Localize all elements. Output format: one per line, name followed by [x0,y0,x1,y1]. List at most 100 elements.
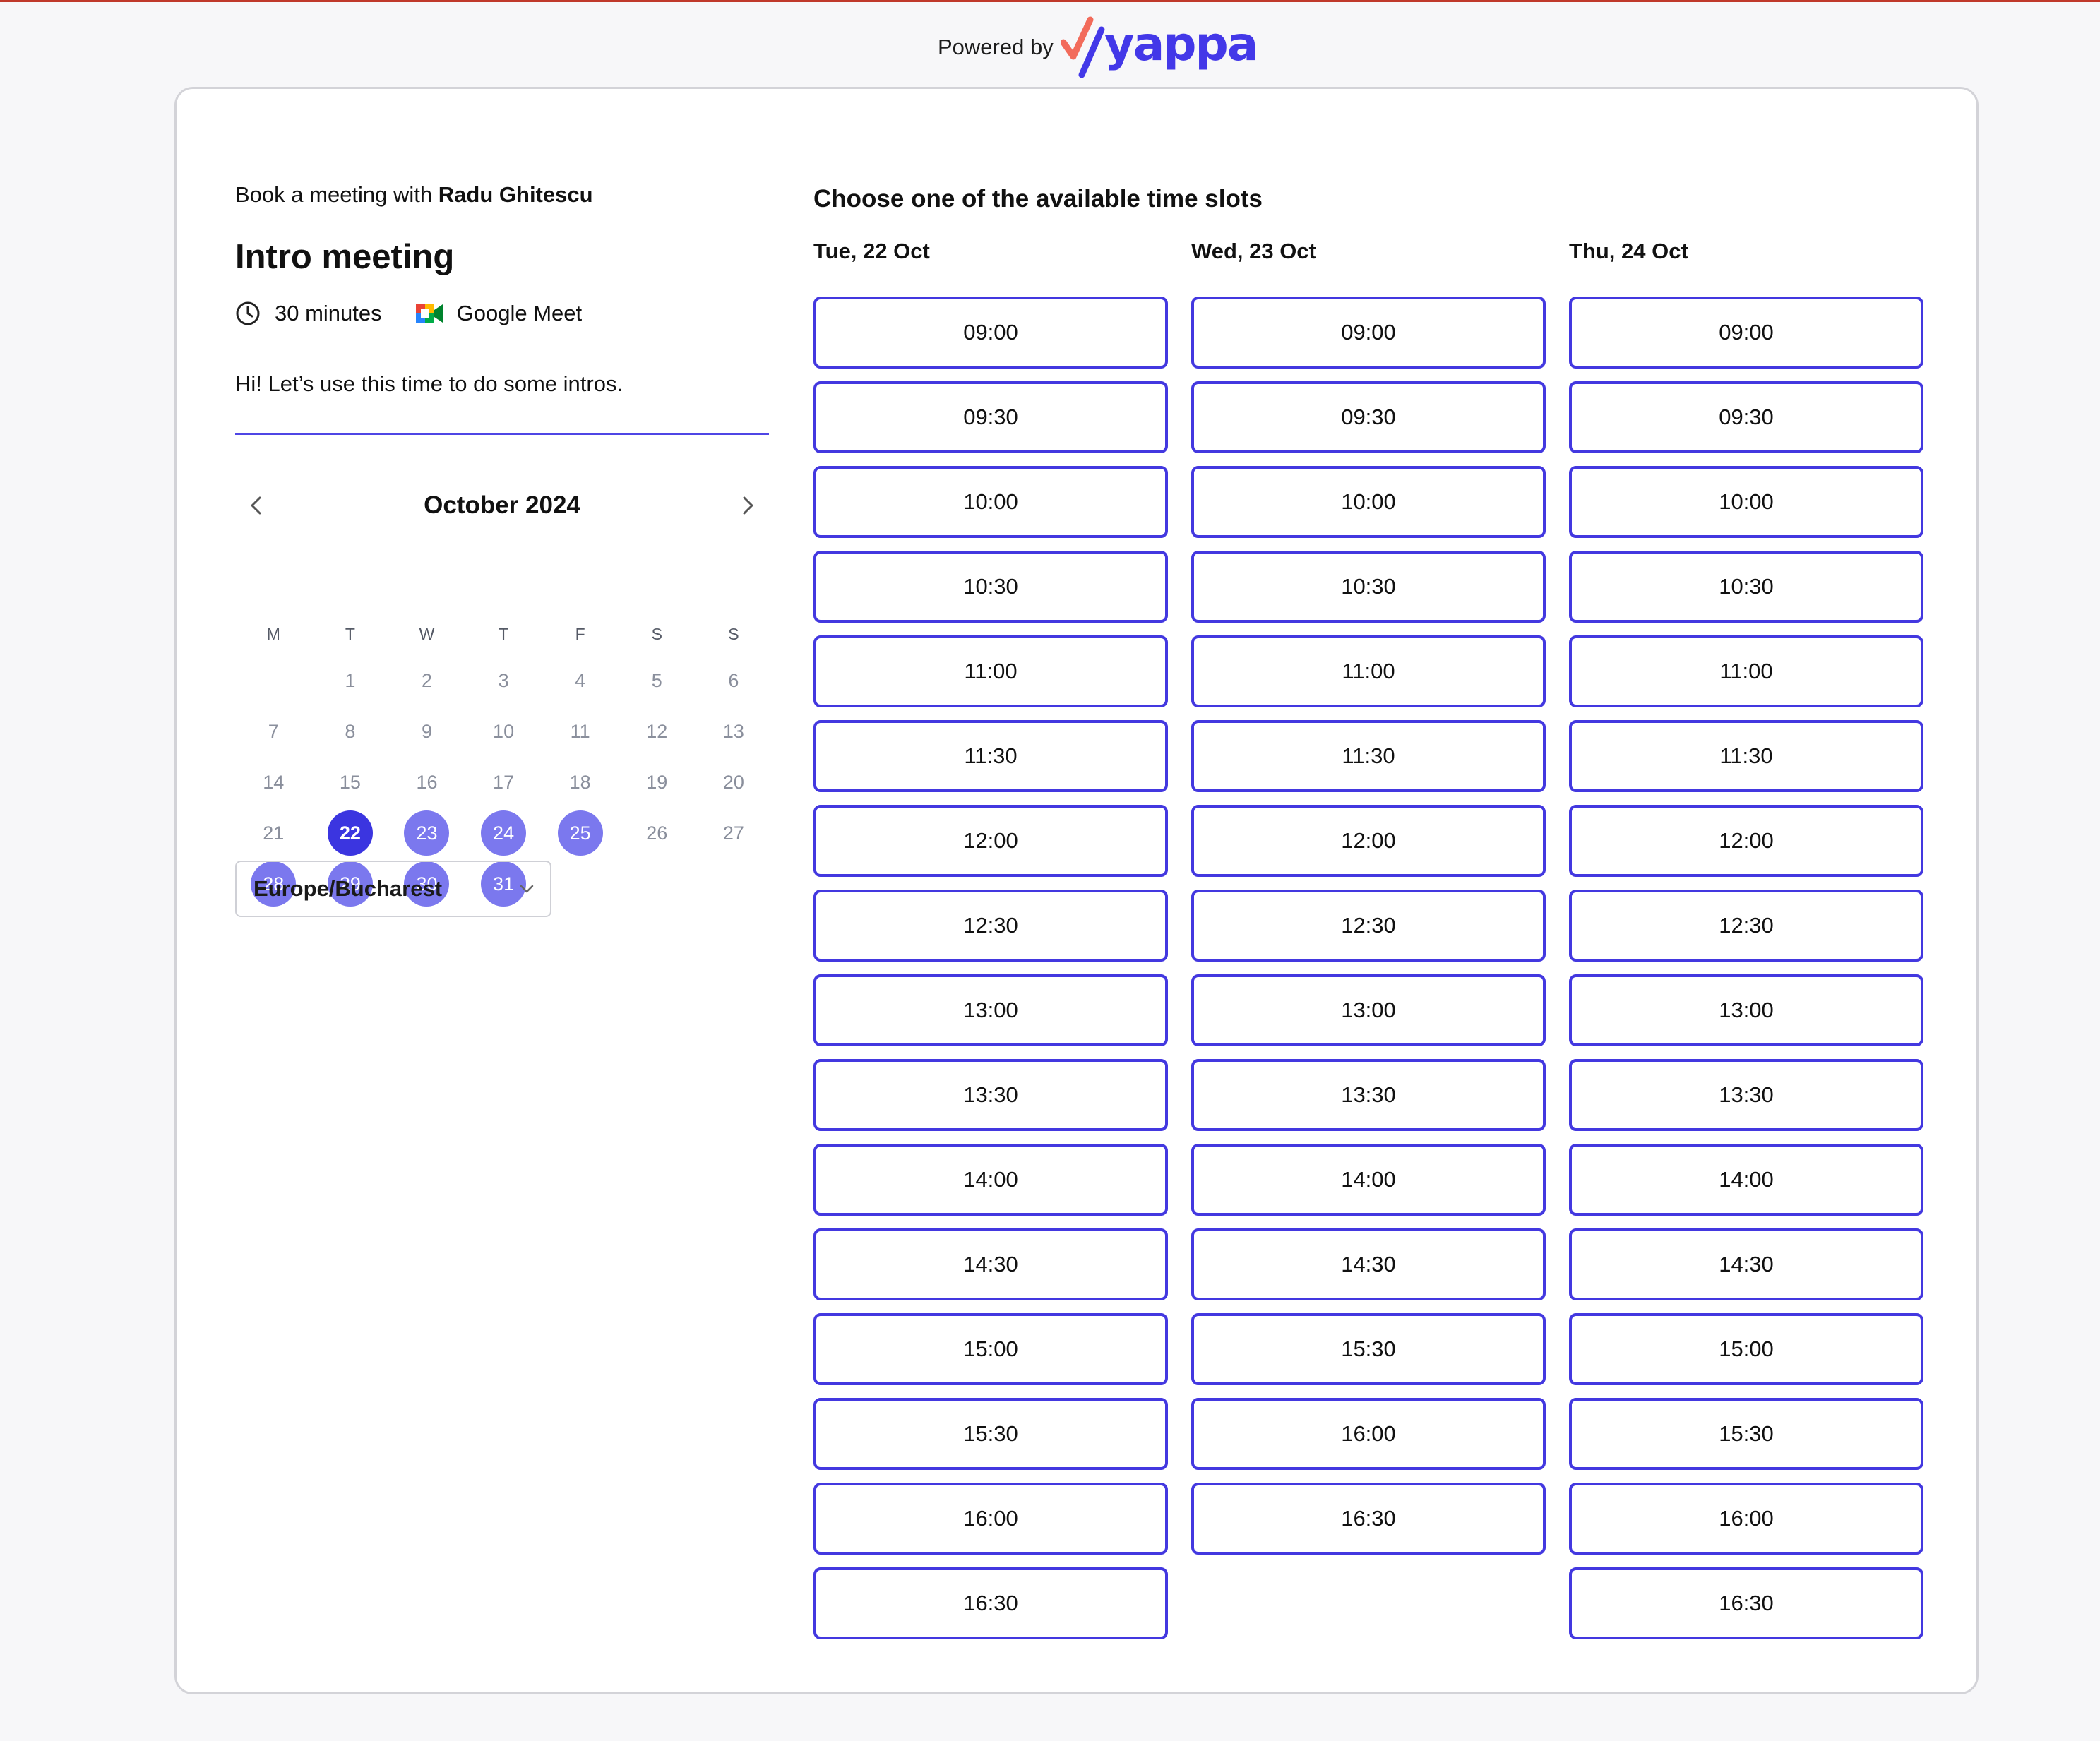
time-slot-button[interactable]: 09:30 [1569,381,1923,453]
calendar-day: 11 [542,706,619,757]
event-title: Intro meeting [235,238,455,276]
calendar-day: 14 [235,757,312,808]
time-slot-button[interactable]: 12:30 [813,890,1168,962]
calendar-day-number: 24 [481,810,527,856]
time-slot-button[interactable]: 14:00 [1191,1144,1546,1216]
time-slot-button[interactable]: 09:30 [813,381,1168,453]
time-slot-button[interactable]: 10:00 [1191,466,1546,538]
calendar-day-number: 1 [345,669,356,691]
time-slot-button[interactable]: 11:30 [1569,720,1923,792]
calendar-day-number: 3 [498,669,509,691]
time-slot-button[interactable]: 11:00 [1569,635,1923,707]
time-slot-button[interactable]: 12:00 [813,805,1168,877]
calendar-day-available[interactable]: 25 [542,808,619,858]
calendar-month-label: October 2024 [424,491,580,519]
time-slot-button[interactable]: 13:30 [1569,1059,1923,1131]
time-slot-button[interactable]: 12:00 [1569,805,1923,877]
time-slot-button[interactable]: 09:00 [813,297,1168,369]
time-slot-button[interactable]: 16:30 [813,1567,1168,1639]
calendar-day-number: 18 [569,771,591,793]
calendar-day: 26 [619,808,696,858]
slot-list: 09:00 09:30 10:00 10:30 11:00 11:30 12:00 12:30… [1191,297,1546,1555]
calendar-day-available[interactable]: 23 [388,808,465,858]
time-slot-button[interactable]: 12:30 [1569,890,1923,962]
time-slot-button[interactable]: 15:00 [1569,1313,1923,1385]
calendar-day-number: 26 [646,822,668,844]
calendar-day-number: 10 [493,720,515,742]
time-slot-button[interactable]: 12:00 [1191,805,1546,877]
time-slot-button[interactable]: 09:30 [1191,381,1546,453]
time-slot-button[interactable]: 14:00 [1569,1144,1923,1216]
time-slot-button[interactable]: 13:00 [1569,974,1923,1046]
time-slot-button[interactable]: 15:30 [1191,1313,1546,1385]
time-slot-button[interactable]: 13:30 [813,1059,1168,1131]
calendar-day-number: 4 [575,669,586,691]
weekday-label: T [345,625,355,643]
weekday-label: M [266,625,280,643]
time-slot-button[interactable]: 10:30 [1569,551,1923,623]
calendar-day-number: 13 [722,720,744,742]
calendar-day-number: 22 [327,810,373,856]
calendar-day: 1 [312,655,389,706]
calendar-next-button[interactable] [727,484,769,527]
time-slot-button[interactable]: 14:00 [813,1144,1168,1216]
timezone-select[interactable]: Europe/Bucharest [235,861,551,917]
time-slot-button[interactable]: 15:30 [1569,1398,1923,1470]
yappa-check-icon [1060,16,1105,78]
calendar-day-selected[interactable]: 22 [312,808,389,858]
time-slot-button[interactable]: 10:30 [1191,551,1546,623]
weekday-label: S [728,625,739,643]
time-slot-button[interactable]: 15:00 [813,1313,1168,1385]
booking-card: Book a meeting with Radu Ghitescu Intro … [174,87,1979,1694]
time-slot-button[interactable]: 16:00 [813,1483,1168,1555]
slot-day-column: Thu, 24 Oct 09:00 09:30 10:00 10:30 11:00 11:3… [1569,237,1923,1652]
time-slot-button[interactable]: 14:30 [1191,1228,1546,1300]
calendar-weekday-row: MTWTFSS [235,620,772,648]
slot-day-column: Tue, 22 Oct 09:00 09:30 10:00 10:30 11:00 11:3… [813,237,1168,1652]
weekday-label: W [419,625,435,643]
calendar-day: 7 [235,706,312,757]
calendar-day-number: 19 [646,771,668,793]
time-slot-button[interactable]: 16:30 [1569,1567,1923,1639]
host-name: Radu Ghitescu [438,182,593,207]
weekday-label: F [575,625,585,643]
time-slot-button[interactable]: 10:30 [813,551,1168,623]
time-slot-button[interactable]: 09:00 [1569,297,1923,369]
time-slot-button[interactable]: 14:30 [1569,1228,1923,1300]
calendar-day-number: 15 [339,771,361,793]
time-slot-button[interactable]: 16:30 [1191,1483,1546,1555]
calendar-day-number: 17 [493,771,515,793]
calendar-day-number: 6 [728,669,739,691]
time-slot-button[interactable]: 16:00 [1569,1483,1923,1555]
time-slot-button[interactable]: 16:00 [1191,1398,1546,1470]
calendar-day-number: 12 [646,720,668,742]
time-slot-button[interactable]: 15:30 [813,1398,1168,1470]
time-slot-button[interactable]: 13:00 [1191,974,1546,1046]
slots-heading: Choose one of the available time slots [813,185,1263,213]
calendar-day: 27 [696,808,772,858]
time-slot-button[interactable]: 11:30 [813,720,1168,792]
yappa-logo[interactable]: yappa [1060,16,1258,79]
calendar-day-number: 2 [421,669,432,691]
time-slot-button[interactable]: 09:00 [1191,297,1546,369]
time-slot-button[interactable]: 10:00 [1569,466,1923,538]
weekday-label: S [651,625,662,643]
calendar-day-available[interactable]: 24 [465,808,542,858]
slot-day-label: Tue, 22 Oct [813,239,930,263]
calendar-day-number: 11 [570,720,590,742]
time-slot-button[interactable]: 14:30 [813,1228,1168,1300]
slot-day-label: Wed, 23 Oct [1191,239,1316,263]
chevron-down-icon [520,885,534,893]
time-slot-button[interactable]: 11:30 [1191,720,1546,792]
calendar-day-number: 14 [263,771,285,793]
calendar-day: 20 [696,757,772,808]
time-slot-button[interactable]: 13:00 [813,974,1168,1046]
time-slot-button[interactable]: 11:00 [813,635,1168,707]
time-slot-button[interactable]: 12:30 [1191,890,1546,962]
calendar-day: 21 [235,808,312,858]
calendar-day: 17 [465,757,542,808]
time-slot-button[interactable]: 13:30 [1191,1059,1546,1131]
event-description: Hi! Let’s use this time to do some intro… [235,371,624,396]
time-slot-button[interactable]: 10:00 [813,466,1168,538]
time-slot-button[interactable]: 11:00 [1191,635,1546,707]
